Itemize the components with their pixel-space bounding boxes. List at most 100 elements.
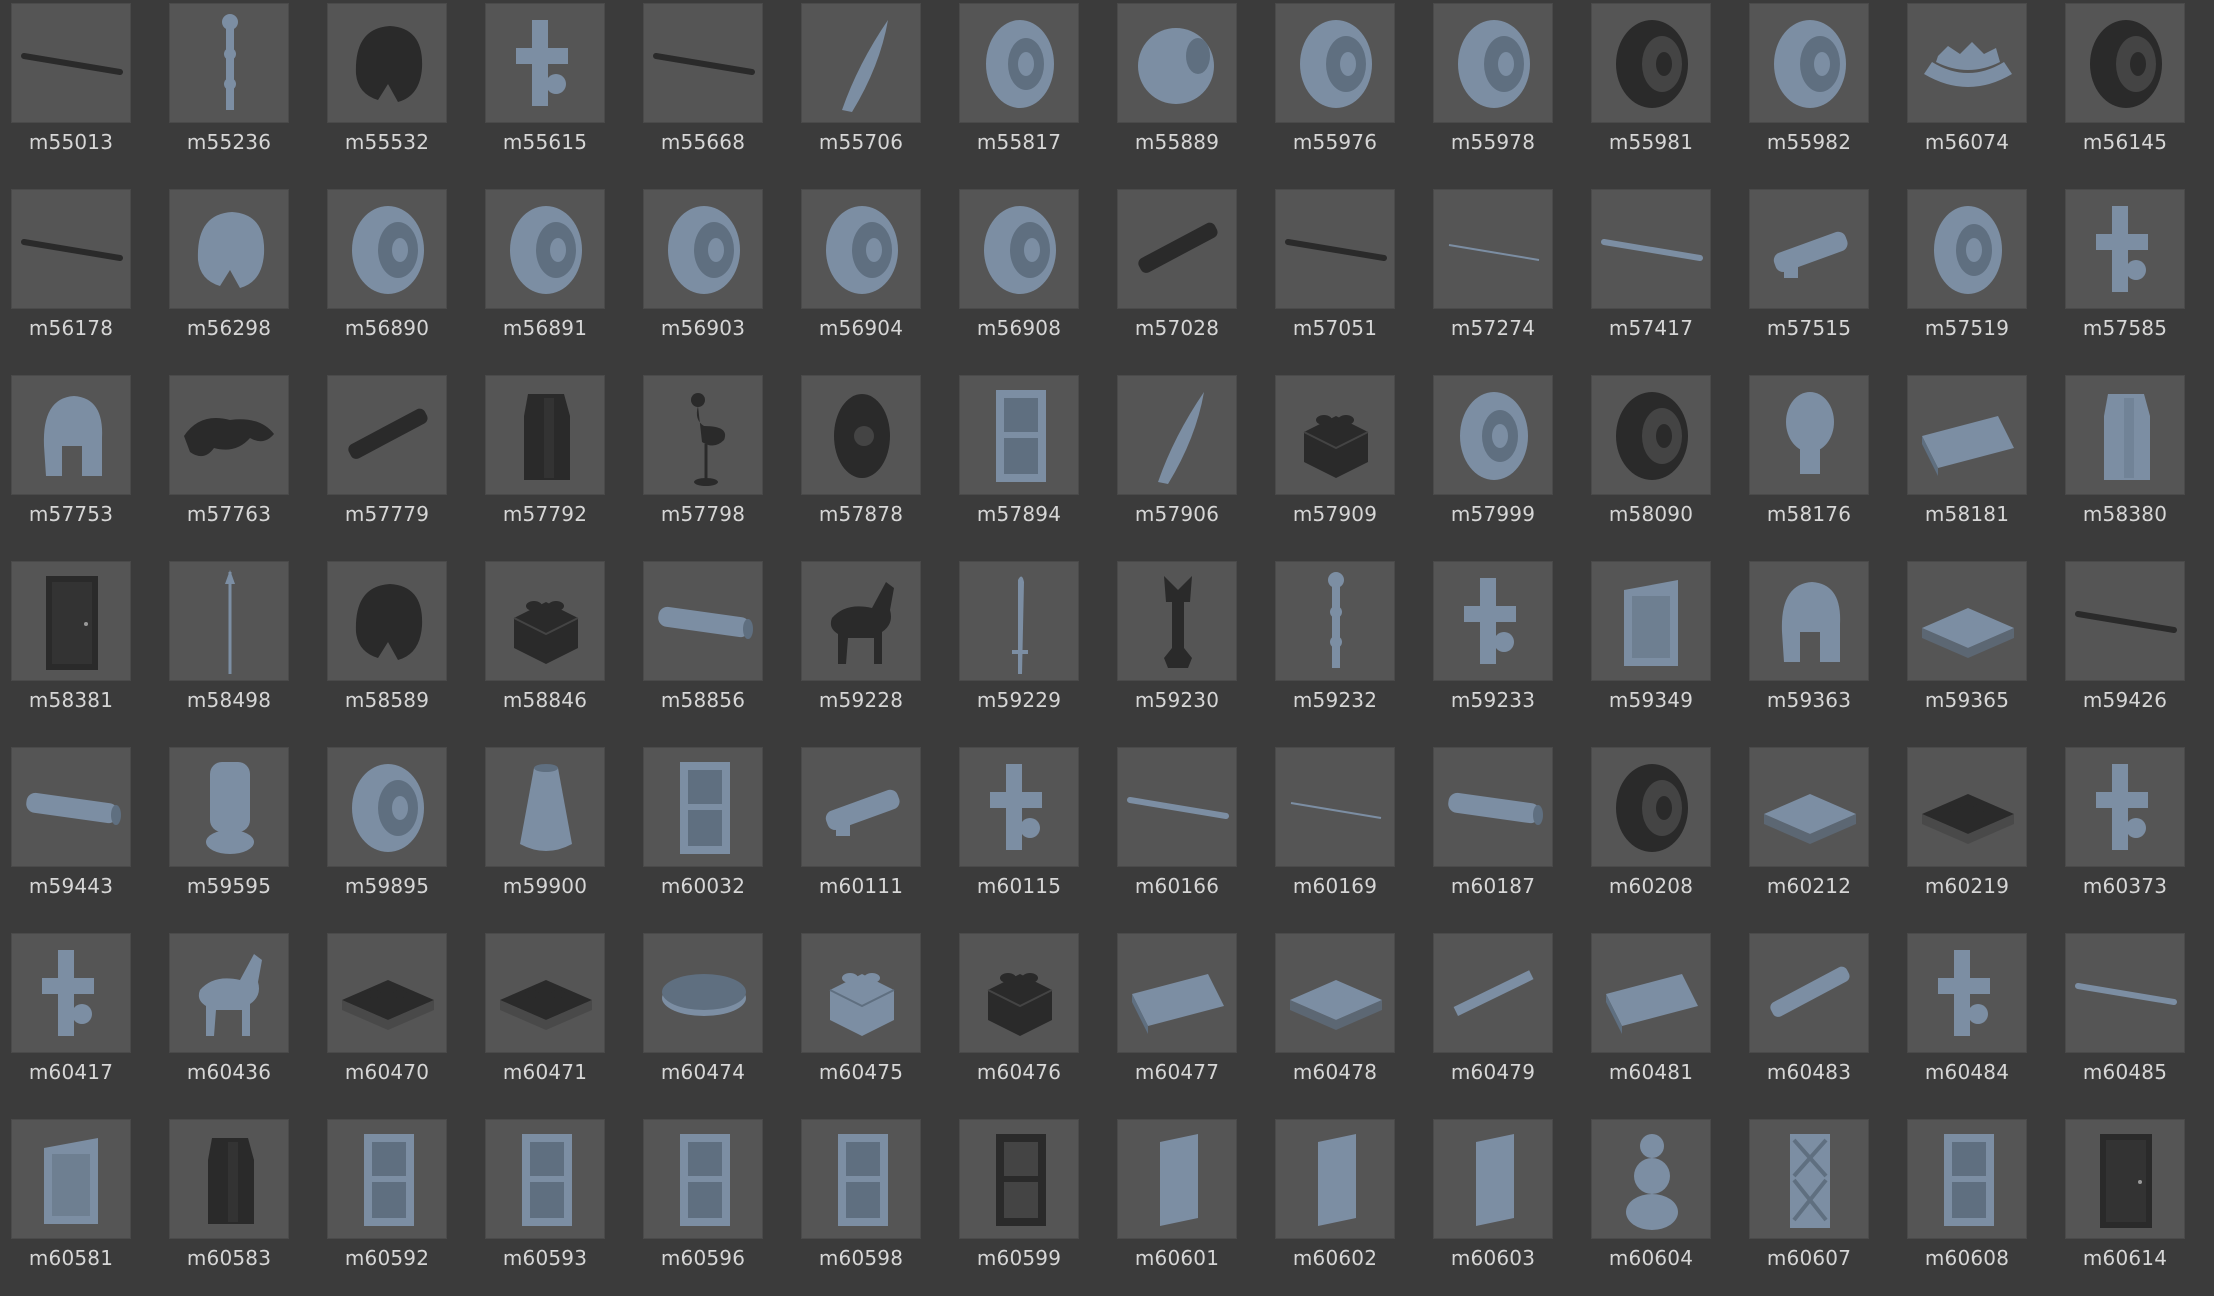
part-tile[interactable]: m60475 xyxy=(790,930,948,1110)
part-thumbnail[interactable] xyxy=(1117,189,1237,309)
part-thumbnail[interactable] xyxy=(1433,747,1553,867)
part-thumbnail[interactable] xyxy=(2065,561,2185,681)
part-tile[interactable]: m59900 xyxy=(474,744,632,924)
part-thumbnail[interactable] xyxy=(1749,375,1869,495)
part-thumbnail[interactable] xyxy=(801,1119,921,1239)
part-thumbnail[interactable] xyxy=(1591,1119,1711,1239)
part-thumbnail[interactable] xyxy=(327,375,447,495)
part-thumbnail[interactable] xyxy=(1433,1119,1553,1239)
part-tile[interactable]: m59232 xyxy=(1264,558,1422,738)
part-tile[interactable]: m56074 xyxy=(1896,0,2054,180)
part-thumbnail[interactable] xyxy=(1117,747,1237,867)
part-thumbnail[interactable] xyxy=(1275,747,1395,867)
part-tile[interactable]: m60614 xyxy=(2054,1116,2212,1296)
part-thumbnail[interactable] xyxy=(801,3,921,123)
part-thumbnail[interactable] xyxy=(169,561,289,681)
part-thumbnail[interactable] xyxy=(2065,1119,2185,1239)
part-tile[interactable]: m60479 xyxy=(1422,930,1580,1110)
part-tile[interactable]: m59233 xyxy=(1422,558,1580,738)
part-tile[interactable]: m60604 xyxy=(1580,1116,1738,1296)
part-tile[interactable]: m55668 xyxy=(632,0,790,180)
part-thumbnail[interactable] xyxy=(1749,747,1869,867)
part-tile[interactable]: m57779 xyxy=(316,372,474,552)
part-thumbnail[interactable] xyxy=(1591,561,1711,681)
part-tile[interactable]: m58176 xyxy=(1738,372,1896,552)
part-tile[interactable]: m60470 xyxy=(316,930,474,1110)
part-tile[interactable]: m56903 xyxy=(632,186,790,366)
part-thumbnail[interactable] xyxy=(485,375,605,495)
part-tile[interactable]: m55615 xyxy=(474,0,632,180)
part-thumbnail[interactable] xyxy=(1907,747,2027,867)
part-thumbnail[interactable] xyxy=(1907,1119,2027,1239)
part-tile[interactable]: m59443 xyxy=(0,744,158,924)
part-thumbnail[interactable] xyxy=(1275,1119,1395,1239)
part-tile[interactable]: m57028 xyxy=(1106,186,1264,366)
part-thumbnail[interactable] xyxy=(1591,375,1711,495)
part-thumbnail[interactable] xyxy=(1275,189,1395,309)
part-tile[interactable]: m58589 xyxy=(316,558,474,738)
part-thumbnail[interactable] xyxy=(643,1119,763,1239)
part-tile[interactable]: m57274 xyxy=(1422,186,1580,366)
part-tile[interactable]: m59230 xyxy=(1106,558,1264,738)
part-thumbnail[interactable] xyxy=(327,1119,447,1239)
part-tile[interactable]: m60187 xyxy=(1422,744,1580,924)
part-tile[interactable]: m56890 xyxy=(316,186,474,366)
part-thumbnail[interactable] xyxy=(801,561,921,681)
part-tile[interactable]: m60602 xyxy=(1264,1116,1422,1296)
part-tile[interactable]: m60599 xyxy=(948,1116,1106,1296)
part-thumbnail[interactable] xyxy=(11,747,131,867)
part-thumbnail[interactable] xyxy=(11,561,131,681)
part-thumbnail[interactable] xyxy=(1591,3,1711,123)
part-thumbnail[interactable] xyxy=(1275,3,1395,123)
part-tile[interactable]: m56904 xyxy=(790,186,948,366)
part-tile[interactable]: m58498 xyxy=(158,558,316,738)
part-tile[interactable]: m59365 xyxy=(1896,558,2054,738)
part-thumbnail[interactable] xyxy=(959,1119,1079,1239)
part-thumbnail[interactable] xyxy=(11,3,131,123)
part-thumbnail[interactable] xyxy=(11,189,131,309)
part-thumbnail[interactable] xyxy=(1907,3,2027,123)
part-tile[interactable]: m60583 xyxy=(158,1116,316,1296)
part-tile[interactable]: m57519 xyxy=(1896,186,2054,366)
part-tile[interactable]: m55978 xyxy=(1422,0,1580,180)
part-thumbnail[interactable] xyxy=(1117,561,1237,681)
part-tile[interactable]: m60436 xyxy=(158,930,316,1110)
part-thumbnail[interactable] xyxy=(169,747,289,867)
part-thumbnail[interactable] xyxy=(2065,747,2185,867)
part-tile[interactable]: m55817 xyxy=(948,0,1106,180)
part-tile[interactable]: m57894 xyxy=(948,372,1106,552)
part-thumbnail[interactable] xyxy=(801,747,921,867)
part-tile[interactable]: m59229 xyxy=(948,558,1106,738)
part-tile[interactable]: m60484 xyxy=(1896,930,2054,1110)
part-tile[interactable]: m60111 xyxy=(790,744,948,924)
part-thumbnail[interactable] xyxy=(485,561,605,681)
part-thumbnail[interactable] xyxy=(485,3,605,123)
part-thumbnail[interactable] xyxy=(2065,3,2185,123)
part-tile[interactable]: m60478 xyxy=(1264,930,1422,1110)
part-thumbnail[interactable] xyxy=(1117,3,1237,123)
part-thumbnail[interactable] xyxy=(1275,933,1395,1053)
part-tile[interactable]: m58380 xyxy=(2054,372,2212,552)
part-thumbnail[interactable] xyxy=(643,747,763,867)
part-tile[interactable]: m57417 xyxy=(1580,186,1738,366)
part-thumbnail[interactable] xyxy=(11,375,131,495)
part-thumbnail[interactable] xyxy=(1591,189,1711,309)
part-thumbnail[interactable] xyxy=(801,189,921,309)
part-tile[interactable]: m58846 xyxy=(474,558,632,738)
part-tile[interactable]: m60219 xyxy=(1896,744,2054,924)
part-thumbnail[interactable] xyxy=(1749,933,1869,1053)
part-tile[interactable]: m60481 xyxy=(1580,930,1738,1110)
part-tile[interactable]: m58181 xyxy=(1896,372,2054,552)
part-thumbnail[interactable] xyxy=(11,933,131,1053)
part-tile[interactable]: m60592 xyxy=(316,1116,474,1296)
part-thumbnail[interactable] xyxy=(1433,375,1553,495)
part-thumbnail[interactable] xyxy=(1433,189,1553,309)
part-tile[interactable]: m58090 xyxy=(1580,372,1738,552)
part-tile[interactable]: m58856 xyxy=(632,558,790,738)
part-tile[interactable]: m57878 xyxy=(790,372,948,552)
part-thumbnail[interactable] xyxy=(327,3,447,123)
part-tile[interactable]: m60032 xyxy=(632,744,790,924)
part-tile[interactable]: m57999 xyxy=(1422,372,1580,552)
part-thumbnail[interactable] xyxy=(327,747,447,867)
part-tile[interactable]: m56891 xyxy=(474,186,632,366)
